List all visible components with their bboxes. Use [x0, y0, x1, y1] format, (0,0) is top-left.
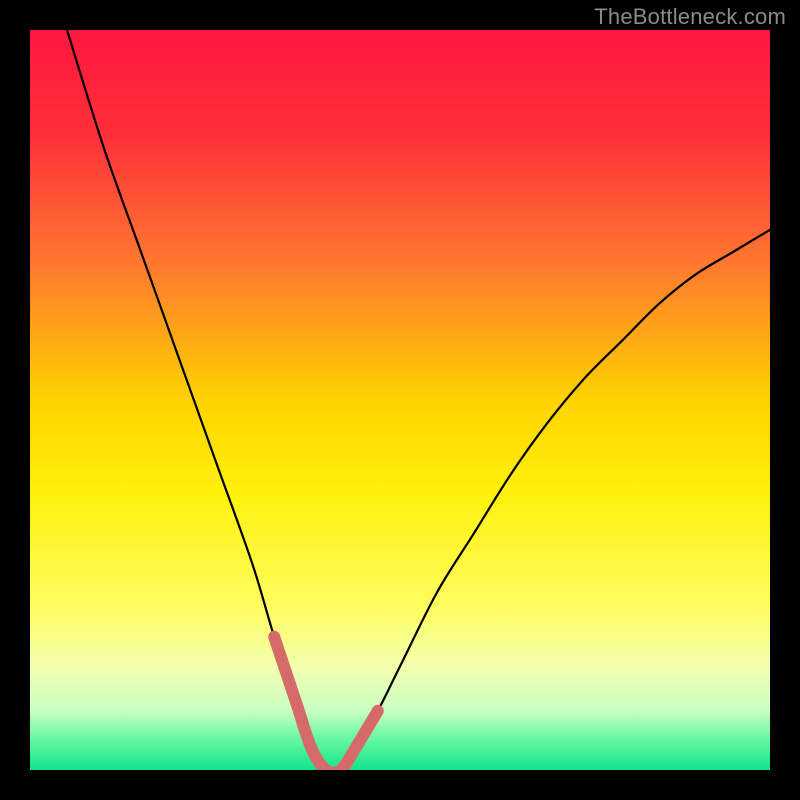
bottleneck-curve: [30, 30, 770, 770]
watermark-text: TheBottleneck.com: [594, 4, 786, 30]
chart-frame: TheBottleneck.com: [0, 0, 800, 800]
plot-area: [30, 30, 770, 770]
